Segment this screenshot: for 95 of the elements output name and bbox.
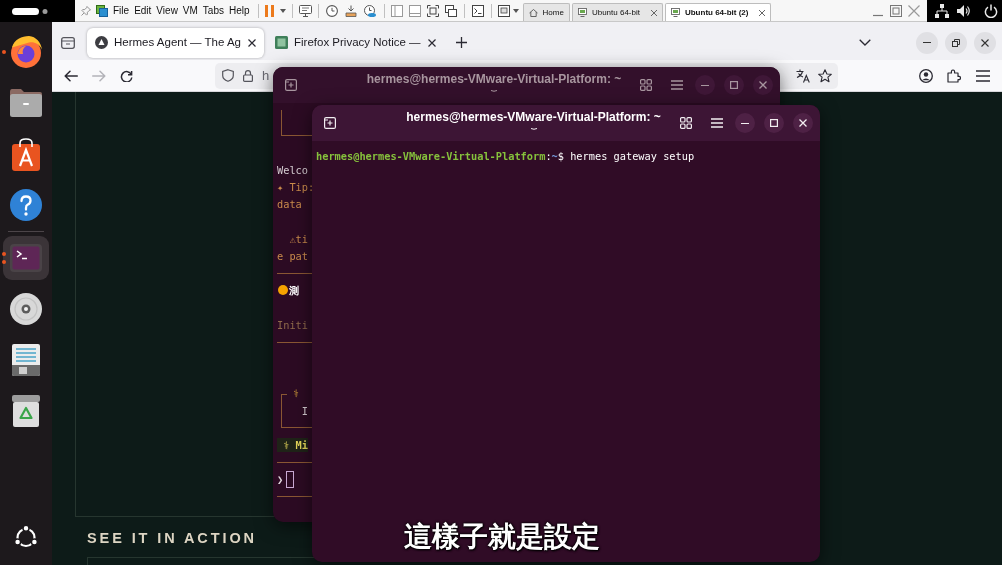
image-favicon-icon [275, 36, 288, 49]
chevron-down-icon[interactable] [859, 39, 871, 46]
tab-plus-icon[interactable] [285, 79, 297, 91]
restore-icon[interactable] [890, 4, 902, 17]
terminal-text: Welco [277, 165, 308, 176]
close-icon [799, 119, 807, 127]
window-title: hermes@hermes-VMware-Virtual-Platform: ~ [366, 72, 622, 86]
browser-tab[interactable]: Firefox Privacy Notice — [267, 27, 444, 58]
close-button[interactable] [793, 113, 813, 133]
monitor-icon [577, 8, 587, 17]
status-dot-icon [278, 285, 288, 296]
menu-item[interactable]: VM [182, 5, 198, 16]
text-cursor [286, 471, 295, 489]
clock-icon[interactable] [325, 4, 338, 17]
terminal-text: I [300, 405, 308, 416]
pause-icon[interactable] [264, 4, 274, 17]
minimize-icon [741, 122, 749, 124]
close-icon[interactable] [248, 38, 256, 47]
vm-tab[interactable]: Ubuntu 64-bit (2) [664, 3, 772, 21]
restore-icon [952, 38, 960, 47]
menu-item[interactable]: Help [229, 5, 250, 16]
menu-item[interactable]: File [113, 5, 130, 16]
menu-item[interactable]: Edit [134, 5, 152, 16]
puzzle-piece-icon[interactable] [947, 68, 961, 83]
translate-icon[interactable] [796, 68, 810, 83]
plus-icon[interactable] [455, 37, 467, 48]
menu-icon[interactable] [671, 80, 683, 90]
close-icon [981, 38, 989, 47]
volume-icon[interactable] [957, 4, 971, 18]
help-icon[interactable] [10, 189, 42, 221]
browser-tab[interactable]: Hermes Agent — The Ag [87, 27, 264, 58]
window-title: hermes@hermes-VMware-Virtual-Platform: ~ [406, 110, 661, 124]
terminal-text: e pat [277, 250, 308, 262]
shield-icon[interactable] [222, 69, 234, 82]
vm-tab[interactable]: Home [522, 3, 570, 21]
terminal-prompt-line: hermes@hermes-VMware-Virtual-Platform:~$ hermes gateway setup [316, 151, 695, 162]
fullscreen-icon[interactable] [426, 4, 439, 17]
maximize-button[interactable] [764, 113, 784, 133]
display-icon[interactable] [497, 4, 510, 17]
workspace-indicator-icon[interactable] [12, 7, 48, 15]
lock-icon[interactable] [243, 69, 253, 82]
power-icon[interactable] [984, 4, 998, 18]
close-icon [759, 81, 767, 89]
bottom-panel-layout-icon[interactable] [408, 4, 421, 17]
overlapping-squares-icon[interactable] [96, 4, 108, 17]
console-icon[interactable] [471, 4, 484, 17]
minimize-icon [923, 42, 931, 43]
tab-list-icon[interactable] [61, 36, 75, 49]
vm-tab[interactable]: Ubuntu 64-bit [571, 3, 663, 21]
overlapping-windows-icon[interactable] [444, 4, 457, 17]
browser-icon[interactable] [10, 36, 42, 68]
caret-icon[interactable] [512, 8, 519, 13]
restore-button[interactable] [945, 31, 967, 54]
terminal-text: ✦ Tip: [277, 182, 315, 193]
close-icon[interactable] [427, 38, 436, 47]
pin-icon[interactable] [81, 5, 91, 16]
home-icon [528, 8, 538, 17]
grid-icon[interactable] [640, 79, 652, 91]
clock-with-disc-icon[interactable] [363, 4, 376, 17]
back-arrow-icon[interactable] [64, 69, 78, 82]
maximize-icon [730, 81, 738, 89]
monitor-icon [670, 8, 680, 17]
prompt-symbol: ❯ [277, 474, 284, 485]
terminal-text: ⚕ Mi [277, 438, 308, 453]
reload-icon[interactable] [120, 69, 134, 82]
close-button[interactable] [753, 75, 773, 95]
terminal-text: data [277, 199, 302, 210]
network-icon[interactable] [935, 4, 949, 18]
star-icon[interactable] [818, 68, 832, 83]
menu-item[interactable]: Tabs [202, 5, 224, 16]
caret-icon[interactable] [279, 8, 286, 13]
computer-icon[interactable] [298, 4, 312, 17]
disc-icon[interactable] [10, 293, 42, 325]
maximize-button[interactable] [724, 75, 744, 95]
terminal-text: ⚕ [293, 388, 300, 399]
terminal-icon[interactable] [10, 244, 42, 272]
sidebar-layout-icon[interactable] [390, 4, 403, 17]
minimize-icon [701, 84, 709, 86]
folder-icon[interactable] [10, 89, 42, 117]
account-icon[interactable] [919, 68, 933, 83]
shopping-bag-icon[interactable] [12, 137, 40, 171]
menu-icon[interactable] [976, 69, 990, 82]
grid-icon[interactable] [680, 117, 692, 129]
terminal-text: Initi [277, 319, 308, 330]
section-heading: SEE IT IN ACTION [87, 531, 257, 545]
menu-item[interactable]: View [156, 5, 178, 16]
terminal-text: ⚠ti [288, 233, 308, 245]
maximize-icon [770, 119, 778, 127]
circle-favicon-icon [95, 36, 108, 49]
close-button[interactable] [974, 31, 996, 54]
terminal-text: 測 [289, 285, 299, 296]
trash-icon[interactable] [12, 395, 40, 427]
ring-icon[interactable] [14, 525, 38, 549]
subtitle-text: 這樣子就是設定 [404, 521, 600, 553]
snapshot-icon[interactable] [344, 4, 357, 17]
